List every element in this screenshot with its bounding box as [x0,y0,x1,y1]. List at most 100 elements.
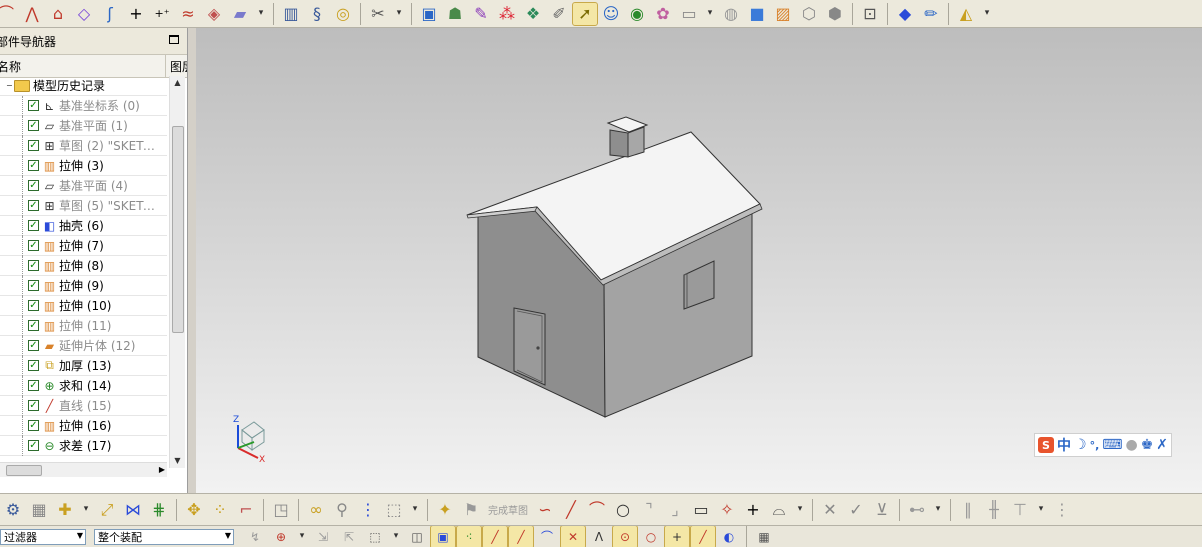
surface-icon[interactable]: ◈ [202,3,226,25]
checkbox-icon[interactable]: ✓ [28,120,39,131]
arc-icon[interactable]: ⌒ [585,499,609,521]
tree-item[interactable]: ✓ ⊞ 草图 (5) "SKETC... [0,196,167,216]
orient-icon[interactable]: ◍ [719,3,743,25]
chamfer-icon[interactable]: ⌟ [663,499,687,521]
box-icon[interactable]: ⬢ [823,3,847,25]
person-icon[interactable]: ☺ [599,3,623,25]
user-icon[interactable]: ● [1125,437,1137,453]
center-snap-icon[interactable]: ⊙ [612,526,638,547]
moon-icon[interactable]: ☽ [1074,437,1087,453]
checkbox-icon[interactable]: ✓ [28,300,39,311]
geometry-constraint-icon[interactable]: ╫ [982,499,1006,521]
skin-icon[interactable]: ♚ [1141,437,1154,453]
ime-mode[interactable]: 中 [1057,435,1071,455]
gear-icon[interactable]: ◎ [331,3,355,25]
link-icon[interactable]: ∞ [304,499,328,521]
endpoint-snap-icon[interactable]: ⁖ [456,526,482,547]
dropdown-icon[interactable]: ▾ [408,499,422,521]
checkbox-icon[interactable]: ✓ [28,240,39,251]
point-snap-icon[interactable]: ⊕ [269,526,293,547]
tree-item[interactable]: ✓ ⊕ 求和 (14) [0,376,167,396]
quadrant-snap-icon[interactable]: ○ [639,526,663,547]
dropdown-icon[interactable]: ▾ [793,499,807,521]
tree-item[interactable]: ✓ ⊾ 基准坐标系 (0) [0,96,167,116]
line-icon[interactable]: ╱ [559,499,583,521]
tree-item[interactable]: ✓ ⊞ 草图 (2) "SKETC... [0,136,167,156]
filter-select[interactable]: 过滤器 ▼ [0,528,86,545]
dropdown-icon[interactable]: ▾ [295,526,309,547]
render-icon[interactable]: ✿ [651,3,675,25]
tree-item[interactable]: ✓ ▥ 拉伸 (16) [0,416,167,436]
hscroll-thumb[interactable] [6,465,42,476]
dropdown-icon[interactable]: ▾ [931,499,945,521]
scroll-down-icon[interactable]: ▼ [170,454,185,468]
shape-icon[interactable]: ◳ [269,499,293,521]
checkbox-icon[interactable]: ✓ [28,160,39,171]
sketch-star-icon[interactable]: ✦ [433,499,457,521]
tree-item[interactable]: ✓ ▱ 基准平面 (4) [0,176,167,196]
column-layer[interactable]: 图层 [166,55,187,77]
layer-icon[interactable]: ▭ [677,3,701,25]
scroll-right-icon[interactable]: ▶ [159,463,165,477]
shell-surface-icon[interactable]: ▰ [228,3,252,25]
on-face-icon[interactable]: ◐ [717,526,741,547]
pen-icon[interactable]: ✎ [469,3,493,25]
wireframe-icon[interactable]: ⬡ [797,3,821,25]
colors-icon[interactable]: ⁂ [495,3,519,25]
tree-item[interactable]: ✓ ▥ 拉伸 (9) [0,276,167,296]
dimension-icon[interactable]: ∥ [956,499,980,521]
checkbox-icon[interactable]: ✓ [28,100,39,111]
body-select-icon[interactable]: ◫ [405,526,429,547]
spring-icon[interactable]: § [305,3,329,25]
tree-item[interactable]: ✓ ▥ 拉伸 (7) [0,236,167,256]
tree-item[interactable]: ✓ ╱ 直线 (15) [0,396,167,416]
play-icon[interactable]: ▣ [417,3,441,25]
extend-icon[interactable]: ✓ [844,499,868,521]
point-set-icon[interactable]: +⁺ [150,3,174,25]
tree-item[interactable]: ✓ ▥ 拉伸 (8) [0,256,167,276]
checkbox-icon[interactable]: ✓ [28,260,39,271]
explode-icon[interactable]: ✥ [182,499,206,521]
finish-sketch-label[interactable]: 完成草图 [488,502,528,517]
wrench-icon[interactable]: ✗ [1156,437,1168,453]
fit-view-icon[interactable]: ⊡ [858,3,882,25]
tools-icon[interactable]: ✂ [366,3,390,25]
select-icon[interactable]: ➚ [572,1,598,26]
checkbox-icon[interactable]: ✓ [28,420,39,431]
table-icon[interactable]: ▦ [752,526,776,547]
arc-icon[interactable]: ⋀ [20,3,44,25]
camera-icon[interactable]: ◉ [625,3,649,25]
sketch-icon[interactable]: ⌒ [0,3,18,25]
tree-item[interactable]: ✓ ▥ 拉伸 (3) [0,156,167,176]
face-select-icon[interactable]: ▣ [430,526,456,547]
gear-link-icon[interactable]: ⚲ [330,499,354,521]
ime-toolbar[interactable]: S 中 ☽ °, ⌨ ● ♚ ✗ [1034,433,1172,457]
checkbox-icon[interactable]: ✓ [28,180,39,191]
point-on-curve-icon[interactable]: + [664,526,690,547]
finish-sketch-icon[interactable]: ⚑ [459,499,483,521]
extract-curve-icon[interactable]: ≈ [176,3,200,25]
dropdown-icon[interactable]: ▾ [703,3,717,25]
constraint-sketch-icon[interactable]: ⊷ [905,499,929,521]
tree-item[interactable]: ✓ ◧ 抽壳 (6) [0,216,167,236]
datum-plane-icon[interactable]: ◇ [72,3,96,25]
control-snap-icon[interactable]: ╱ [508,526,534,547]
chevron-down-icon[interactable]: ▼ [77,531,83,540]
polyline-icon[interactable]: ✧ [715,499,739,521]
cylinder-icon[interactable]: ▥ [279,3,303,25]
punctuation-icon[interactable]: °, [1090,439,1100,452]
dropdown-icon[interactable]: ▾ [254,3,268,25]
arc-center-snap-icon[interactable]: ⌒ [535,526,559,547]
dropdown-icon[interactable]: ▾ [392,3,406,25]
brush-icon[interactable]: ✐ [547,3,571,25]
keyboard-icon[interactable]: ⌨ [1102,437,1122,453]
blocks-icon[interactable]: ⬚ [382,499,406,521]
navigator-vertical-scrollbar[interactable]: ▲ ▼ [169,76,185,468]
checkbox-icon[interactable]: ✓ [28,400,39,411]
checkbox-icon[interactable]: ✓ [28,140,39,151]
checkbox-icon[interactable]: ✓ [28,440,39,451]
assembly-icon[interactable]: ⚙ [1,499,25,521]
graphics-viewport[interactable]: Z X [196,28,1202,493]
fillet-icon[interactable]: ⌝ [637,499,661,521]
align-icon[interactable]: ⋕ [147,499,171,521]
